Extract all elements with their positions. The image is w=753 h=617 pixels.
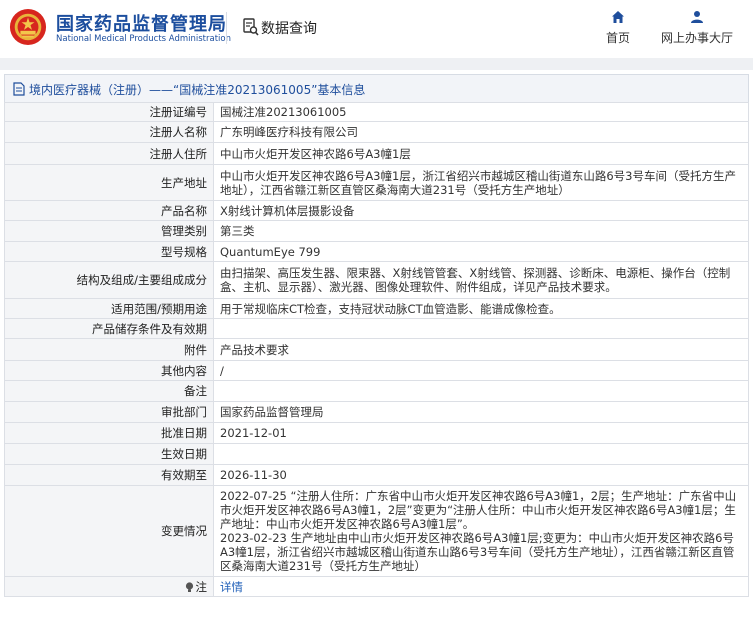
row-value: QuantumEye 799 bbox=[213, 241, 749, 262]
row-value: 2026-11-30 bbox=[213, 464, 749, 486]
row-value: 由扫描架、高压发生器、限束器、X射线管管套、X射线管、探测器、诊断床、电源柜、操… bbox=[213, 261, 749, 299]
table-row: 审批部门 国家药品监督管理局 bbox=[4, 401, 749, 423]
row-label: 生效日期 bbox=[4, 443, 214, 465]
table-row: 结构及组成/主要组成成分 由扫描架、高压发生器、限束器、X射线管管套、X射线管、探… bbox=[4, 261, 749, 299]
row-label: 有效期至 bbox=[4, 464, 214, 486]
details-link[interactable]: 详情 bbox=[220, 580, 243, 594]
row-value: 中山市火炬开发区神农路6号A3幢1层，浙江省绍兴市越城区稽山街道东山路6号3号车… bbox=[213, 164, 749, 201]
data-query-link[interactable]: 数据查询 bbox=[261, 18, 317, 38]
row-label: 注册人名称 bbox=[4, 121, 214, 143]
table-row: 产品名称 X射线计算机体层摄影设备 bbox=[4, 200, 749, 221]
table-row: 其他内容 / bbox=[4, 360, 749, 381]
nav-online-hall[interactable]: 网上办事大厅 bbox=[652, 10, 742, 46]
table-row: 备注 bbox=[4, 380, 749, 402]
nav-online-hall-label: 网上办事大厅 bbox=[660, 31, 733, 45]
row-label: 附件 bbox=[4, 338, 214, 361]
row-label: 管理类别 bbox=[4, 220, 214, 242]
row-value: 用于常规临床CT检查，支持冠状动脉CT血管造影、能谱成像检查。 bbox=[213, 298, 749, 319]
note-label: 注 bbox=[195, 579, 208, 594]
record-title-bar: 境内医疗器械（注册）——“国械注准20213061005”基本信息 bbox=[4, 74, 749, 102]
table-row: 注册人名称 广东明峰医疗科技有限公司 bbox=[4, 121, 749, 143]
row-value: 第三类 bbox=[213, 220, 749, 242]
org-name-en: National Medical Products Administration bbox=[56, 34, 231, 44]
device-info-table: 注册证编号 国械注准20213061005 注册人名称 广东明峰医疗科技有限公司 注… bbox=[4, 102, 749, 597]
table-row: 适用范围/预期用途 用于常规临床CT检查，支持冠状动脉CT血管造影、能谱成像检查。 bbox=[4, 298, 749, 319]
table-row: 注册人住所 中山市火炬开发区神农路6号A3幢1层 bbox=[4, 142, 749, 165]
row-label: 备注 bbox=[4, 380, 214, 402]
table-row: 注册证编号 国械注准20213061005 bbox=[4, 102, 749, 122]
record-title: 境内医疗器械（注册）——“国械注准20213061005”基本信息 bbox=[29, 83, 366, 97]
row-value: 中山市火炬开发区神农路6号A3幢1层 bbox=[213, 142, 749, 165]
row-value: 产品技术要求 bbox=[213, 338, 749, 361]
change-history-value: 2022-07-25 “注册人住所：广东省中山市火炬开发区神农路6号A3幢1，2… bbox=[213, 485, 749, 577]
row-value: 国家药品监督管理局 bbox=[213, 401, 749, 423]
row-value: 广东明峰医疗科技有限公司 bbox=[213, 121, 749, 143]
row-label: 审批部门 bbox=[4, 401, 214, 423]
row-label: 型号规格 bbox=[4, 241, 214, 262]
org-name-cn[interactable]: 国家药品监督管理局 bbox=[56, 10, 227, 36]
row-label: 其他内容 bbox=[4, 360, 214, 381]
row-label: 结构及组成/主要组成成分 bbox=[4, 261, 214, 299]
row-label: 产品名称 bbox=[4, 200, 214, 221]
site-header: 国家药品监督管理局 National Medical Products Admi… bbox=[0, 0, 753, 58]
row-label: 变更情况 bbox=[4, 485, 214, 577]
header-divider bbox=[226, 12, 227, 44]
document-icon bbox=[13, 82, 25, 96]
table-row: 生产地址 中山市火炬开发区神农路6号A3幢1层，浙江省绍兴市越城区稽山街道东山路6… bbox=[4, 164, 749, 201]
table-row: 型号规格 QuantumEye 799 bbox=[4, 241, 749, 262]
nav-home[interactable]: 首页 bbox=[598, 10, 638, 46]
row-label: 注册证编号 bbox=[4, 102, 214, 122]
note-label-cell: 注 bbox=[4, 576, 214, 597]
row-label: 批准日期 bbox=[4, 422, 214, 444]
data-query-icon[interactable] bbox=[243, 18, 259, 36]
row-label: 注册人住所 bbox=[4, 142, 214, 165]
row-label: 适用范围/预期用途 bbox=[4, 298, 214, 319]
home-icon bbox=[612, 11, 624, 23]
table-row: 产品储存条件及有效期 bbox=[4, 318, 749, 339]
header-separator-band bbox=[0, 58, 753, 70]
table-row: 注 详情 bbox=[4, 576, 749, 597]
table-row: 附件 产品技术要求 bbox=[4, 338, 749, 361]
nav-home-label: 首页 bbox=[605, 31, 630, 45]
row-value bbox=[213, 380, 749, 402]
table-row: 变更情况 2022-07-25 “注册人住所：广东省中山市火炬开发区神农路6号A3… bbox=[4, 485, 749, 577]
table-row: 有效期至 2026-11-30 bbox=[4, 464, 749, 486]
row-value: / bbox=[213, 360, 749, 381]
table-row: 批准日期 2021-12-01 bbox=[4, 422, 749, 444]
table-row: 管理类别 第三类 bbox=[4, 220, 749, 242]
row-value: 2021-12-01 bbox=[213, 422, 749, 444]
table-row: 生效日期 bbox=[4, 443, 749, 465]
row-value bbox=[213, 443, 749, 465]
national-emblem-logo-icon[interactable] bbox=[9, 8, 47, 46]
row-label: 生产地址 bbox=[4, 164, 214, 201]
lightbulb-icon bbox=[185, 581, 193, 592]
row-value bbox=[213, 318, 749, 339]
row-value: X射线计算机体层摄影设备 bbox=[213, 200, 749, 221]
row-label: 产品储存条件及有效期 bbox=[4, 318, 214, 339]
user-icon bbox=[691, 11, 703, 23]
row-value: 国械注准20213061005 bbox=[213, 102, 749, 122]
note-value: 详情 bbox=[213, 576, 749, 597]
